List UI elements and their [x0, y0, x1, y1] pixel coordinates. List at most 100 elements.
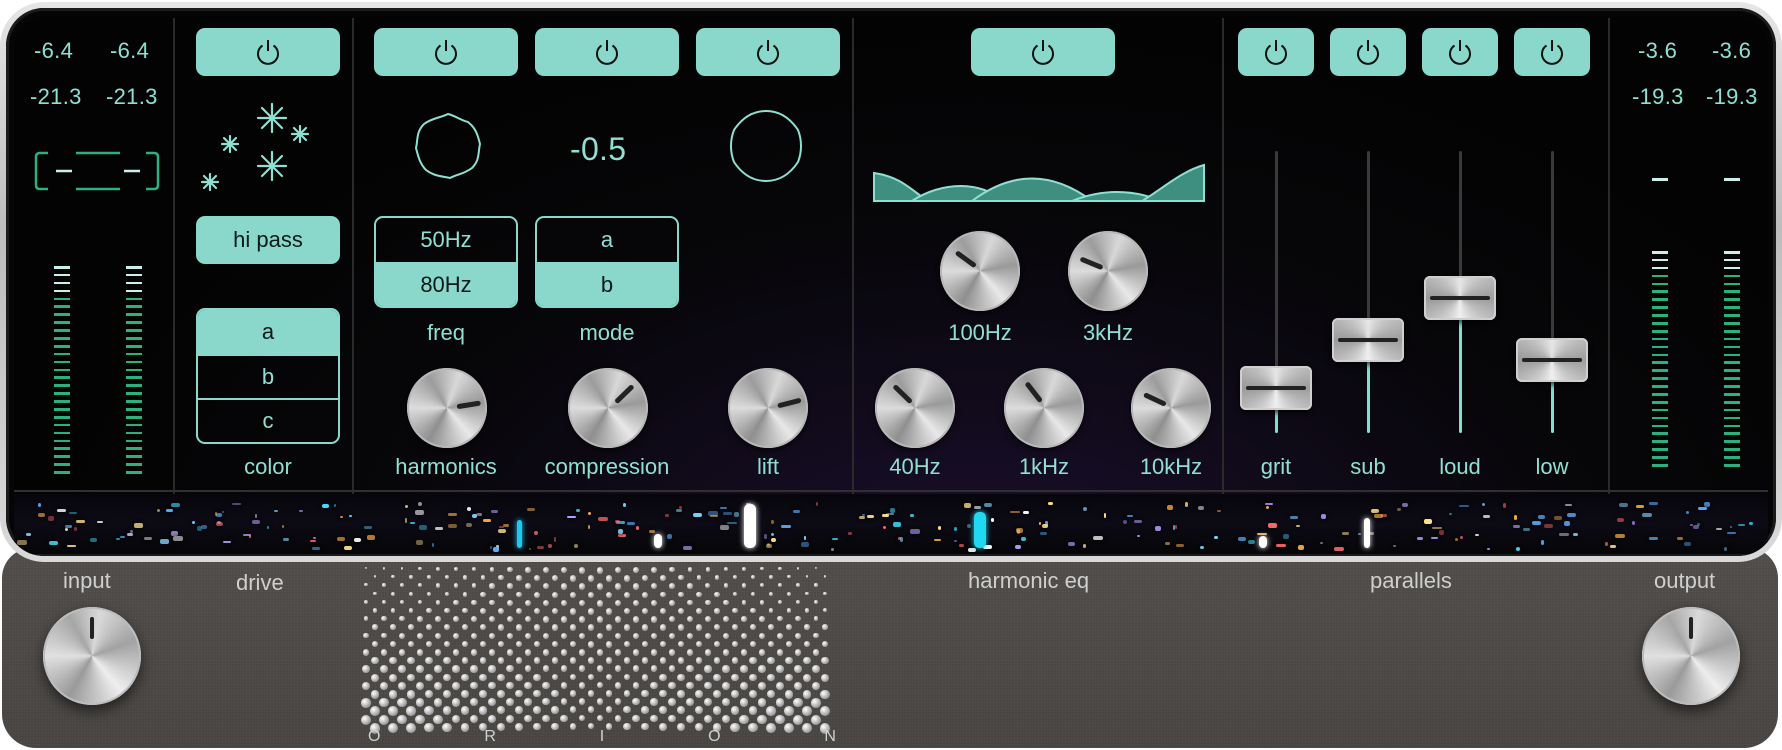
- stereo-link-bracket-icon[interactable]: [34, 151, 160, 191]
- grille-dot: [723, 599, 729, 605]
- grille-dot: [469, 698, 479, 707]
- grille-dot: [642, 575, 648, 582]
- visualizer-spark: [867, 515, 874, 518]
- grille-dot: [614, 567, 622, 574]
- visualizer-spark: [1635, 504, 1645, 508]
- grille-dot: [524, 714, 532, 723]
- fader-loud-handle[interactable]: [1424, 275, 1496, 320]
- grille-dot: [641, 673, 649, 681]
- visualizer-spark: [322, 504, 329, 508]
- meter-segment: [126, 337, 142, 340]
- meter-segment: [126, 400, 142, 403]
- meter-segment: [54, 408, 70, 411]
- harmonics-knob[interactable]: [407, 368, 487, 448]
- grille-dot: [605, 591, 613, 599]
- visualizer-spark: [1320, 514, 1326, 519]
- compression-label: compression: [544, 454, 670, 479]
- color-power-button[interactable]: [196, 28, 340, 76]
- meter-segment: [1652, 266, 1668, 270]
- eq-40hz-knob[interactable]: [875, 368, 955, 448]
- harmonics-power-button[interactable]: [374, 28, 518, 76]
- grille-dot: [407, 657, 415, 665]
- grille-dot: [650, 632, 658, 640]
- fader-loud-power-button[interactable]: [1422, 28, 1498, 76]
- parallels-label: parallels: [1370, 568, 1452, 593]
- freq-option-50hz[interactable]: 50Hz: [376, 218, 516, 262]
- grille-dot: [695, 657, 703, 665]
- grille-dot: [614, 665, 622, 673]
- grille-dot: [372, 608, 378, 613]
- grille-dot: [659, 657, 667, 665]
- grille-dot: [426, 624, 432, 631]
- lift-knob[interactable]: [728, 368, 808, 448]
- grille-dot: [451, 714, 461, 724]
- fader-sub-handle[interactable]: [1332, 317, 1404, 362]
- plugin-window: -6.4 -6.4 -21.3 -21.3 hi pass a b c colo…: [0, 0, 1782, 750]
- fader-low-power-button[interactable]: [1514, 28, 1590, 76]
- color-option-b[interactable]: b: [198, 354, 338, 398]
- mode-option-a[interactable]: a: [537, 218, 677, 262]
- visualizer-spark: [1154, 526, 1161, 531]
- visualizer-spark: [683, 545, 693, 551]
- color-option-c[interactable]: c: [198, 398, 338, 442]
- fader-grit-handle[interactable]: [1240, 365, 1312, 410]
- grille-dot: [739, 714, 749, 724]
- meter-segment: [126, 463, 142, 466]
- grille-dot: [489, 567, 495, 572]
- grille-dot: [623, 690, 631, 697]
- lift-power-button[interactable]: [696, 28, 840, 76]
- grille-dot: [542, 681, 550, 689]
- visualizer-spark: [418, 525, 428, 530]
- fader-low-handle[interactable]: [1516, 337, 1588, 382]
- grille-dot: [614, 698, 622, 706]
- fader-sub-track[interactable]: [1367, 151, 1370, 433]
- hi-pass-button[interactable]: hi pass: [196, 216, 340, 264]
- grille-dot: [551, 690, 559, 698]
- grille-dot: [452, 632, 460, 639]
- meter-segment: [1652, 353, 1668, 357]
- grille-dot: [560, 583, 568, 590]
- visualizer-spark: [719, 507, 727, 510]
- visualizer-spark: [1431, 536, 1438, 540]
- grille-dot: [696, 575, 702, 581]
- visualizer-spark: [573, 544, 578, 548]
- visualizer-spark: [1214, 535, 1219, 540]
- grille-dot: [479, 640, 487, 648]
- output-gain-knob[interactable]: [1642, 607, 1740, 705]
- grille-dot: [415, 714, 425, 725]
- visualizer-peak: [1259, 536, 1267, 548]
- grille-dot: [379, 698, 389, 708]
- input-gain-knob[interactable]: [43, 607, 141, 705]
- grille-dot: [525, 567, 531, 573]
- eq-power-button[interactable]: [971, 28, 1115, 76]
- grille-dot: [596, 632, 604, 640]
- compression-knob[interactable]: [568, 368, 648, 448]
- fader-sub-power-button[interactable]: [1330, 28, 1406, 76]
- visualizer-spark: [617, 529, 624, 534]
- visualizer-spark: [771, 537, 777, 543]
- fader-grit-power-button[interactable]: [1238, 28, 1314, 76]
- grille-dot: [578, 583, 586, 591]
- compression-power-button[interactable]: [535, 28, 679, 76]
- visualizer-spark: [1093, 536, 1104, 541]
- grille-dot: [587, 640, 595, 648]
- meter-segment: [1724, 322, 1740, 325]
- color-option-a[interactable]: a: [198, 310, 338, 354]
- fader-low-track[interactable]: [1551, 151, 1554, 433]
- visualizer-spark: [1513, 515, 1517, 520]
- input-label: input: [63, 568, 111, 593]
- eq-3khz-knob[interactable]: [1068, 231, 1148, 311]
- grille-dot: [705, 599, 711, 606]
- visualizer-spark: [991, 517, 995, 523]
- eq-10khz-knob[interactable]: [1131, 368, 1211, 448]
- freq-option-80hz[interactable]: 80Hz: [376, 262, 516, 306]
- eq-1khz-knob[interactable]: [1004, 368, 1084, 448]
- grille-dot: [632, 649, 640, 656]
- eq-100hz-knob[interactable]: [940, 231, 1020, 311]
- grille-dot: [442, 706, 452, 716]
- mode-option-b[interactable]: b: [537, 262, 677, 306]
- grille-dot: [435, 616, 441, 622]
- visualizer-spark: [1397, 508, 1402, 512]
- grille-dot: [786, 608, 792, 613]
- grille-dot: [731, 673, 739, 682]
